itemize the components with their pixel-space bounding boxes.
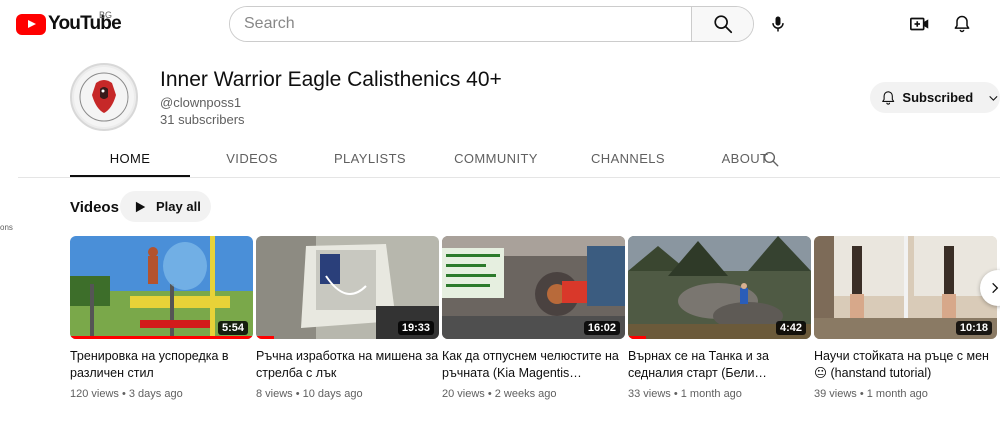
video-card[interactable]: 19:33 Ръчна изработка на мишена за стрел… [256, 236, 439, 400]
tab-channels[interactable]: CHANNELS [566, 140, 690, 177]
video-card[interactable]: 16:02 Как да отпуснем челюстите на ръчна… [442, 236, 625, 400]
play-all-label: Play all [156, 199, 201, 214]
video-duration: 19:33 [397, 321, 434, 335]
video-meta: 8 views • 10 days ago [256, 388, 363, 400]
video-title[interactable]: Върнах се на Танка и за седналия старт (… [628, 348, 811, 382]
bell-icon [882, 90, 895, 105]
play-all-button[interactable]: Play all [120, 191, 211, 222]
video-meta: 33 views • 1 month ago [628, 388, 742, 400]
video-card[interactable]: 5:54 Тренировка на успоредка в различен … [70, 236, 253, 400]
video-thumbnail[interactable]: 16:02 [442, 236, 625, 339]
play-icon [135, 201, 146, 212]
video-meta: 20 views • 2 weeks ago [442, 388, 557, 400]
video-duration: 4:42 [775, 321, 806, 335]
voice-search-button[interactable] [762, 8, 794, 40]
video-thumbnail[interactable]: 10:18 [814, 236, 997, 339]
region-code: BG [99, 10, 113, 20]
video-title[interactable]: Как да отпуснем челюстите на ръчната (Ki… [442, 348, 625, 382]
tabs-divider [18, 177, 1000, 178]
search-input[interactable] [230, 7, 691, 41]
video-thumbnail[interactable]: 19:33 [256, 236, 439, 339]
video-duration: 5:54 [217, 321, 248, 335]
subscriber-count: 31 subscribers [160, 112, 245, 127]
video-thumbnail[interactable]: 4:42 [628, 236, 811, 339]
search-icon [763, 151, 779, 167]
channel-handle: @clownposs1 [160, 95, 242, 110]
channel-search-button[interactable] [760, 148, 782, 170]
subscribed-button[interactable]: Subscribed [870, 82, 1000, 113]
video-card[interactable]: 10:18 Научи стойката на ръце с мен 😐 (ha… [814, 236, 997, 400]
watch-progress-bar [628, 336, 647, 339]
video-duration: 10:18 [955, 321, 992, 335]
microphone-icon [772, 16, 784, 32]
video-title[interactable]: Тренировка на успоредка в различен стил [70, 348, 253, 382]
masthead: YouTube BG [0, 0, 1000, 48]
shelf-title[interactable]: Videos [70, 199, 119, 216]
create-button[interactable] [904, 8, 936, 40]
video-thumbnail[interactable]: 5:54 [70, 236, 253, 339]
video-title[interactable]: Научи стойката на ръце с мен 😐 (hanstand… [814, 348, 997, 382]
channel-tabs: HOME VIDEOS PLAYLISTS COMMUNITY CHANNELS… [70, 140, 800, 177]
sidebar-fragment: ons [0, 223, 13, 232]
video-card[interactable]: 4:42 Върнах се на Танка и за седналия ст… [628, 236, 811, 400]
search-button[interactable] [691, 7, 753, 41]
notifications-button[interactable] [946, 8, 978, 40]
eagle-emblem-icon [74, 67, 134, 127]
watch-progress-bar [70, 336, 253, 339]
search-icon [713, 15, 732, 34]
search-box [229, 6, 754, 42]
watch-progress-bar [256, 336, 275, 339]
tab-home[interactable]: HOME [70, 140, 190, 177]
video-meta: 120 views • 3 days ago [70, 388, 183, 400]
channel-name: Inner Warrior Eagle Calisthenics 40+ [160, 68, 502, 91]
tab-about[interactable]: ABOUT [690, 140, 800, 177]
video-camera-plus-icon [910, 17, 929, 31]
tab-community[interactable]: COMMUNITY [426, 140, 566, 177]
video-duration: 16:02 [583, 321, 620, 335]
subscribed-label: Subscribed [902, 90, 974, 105]
chevron-right-icon [992, 282, 999, 294]
tab-playlists[interactable]: PLAYLISTS [314, 140, 426, 177]
video-meta: 39 views • 1 month ago [814, 388, 928, 400]
youtube-play-icon [16, 13, 46, 35]
chevron-down-icon [989, 95, 998, 101]
tab-videos[interactable]: VIDEOS [190, 140, 314, 177]
channel-avatar[interactable] [70, 63, 138, 131]
video-title[interactable]: Ръчна изработка на мишена за стрелба с л… [256, 348, 439, 382]
bell-icon [954, 15, 970, 33]
